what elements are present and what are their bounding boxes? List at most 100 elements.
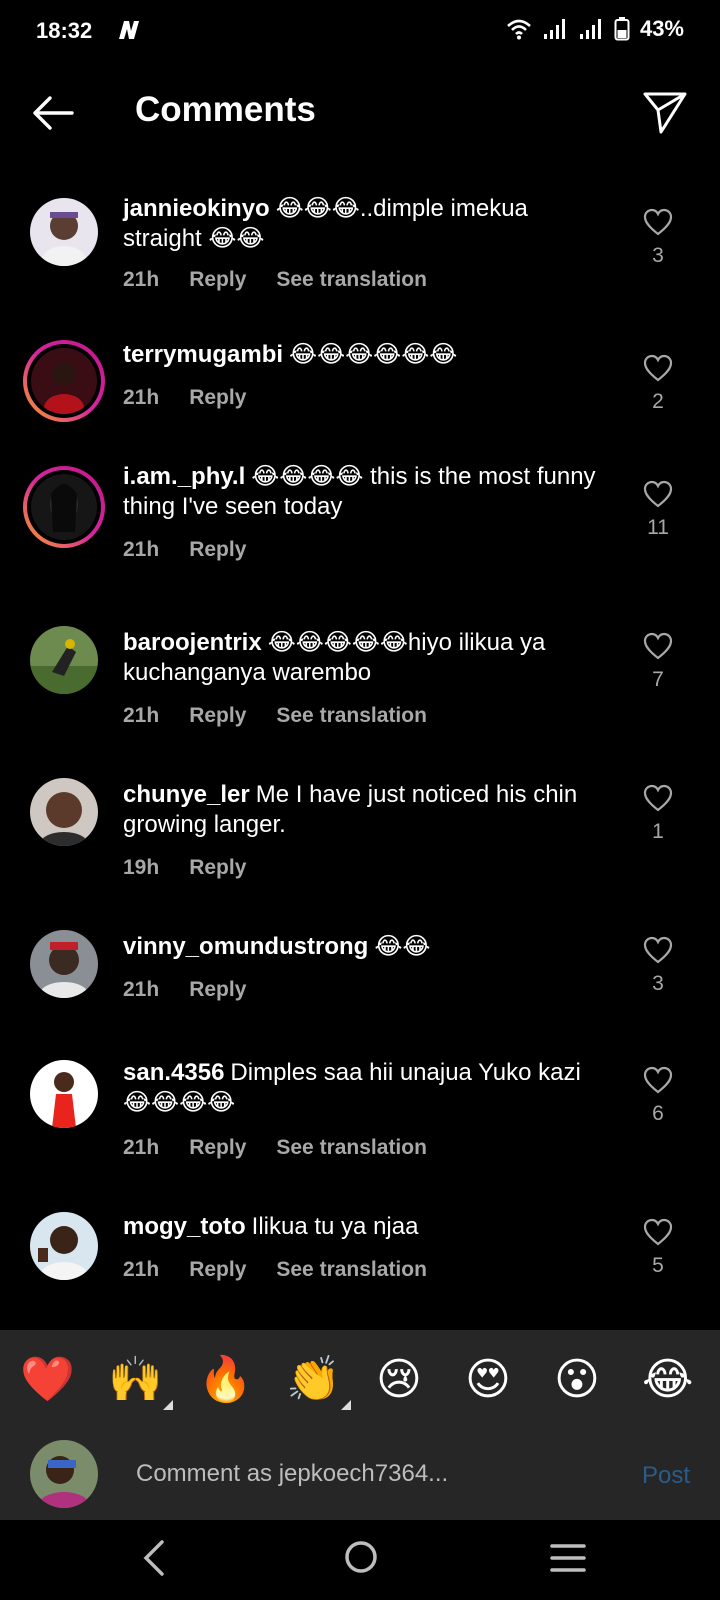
comment-username[interactable]: vinny_omundustrong (123, 933, 368, 960)
comment-meta: 19h Reply (123, 856, 276, 880)
emoji-quick-bar: ❤️ 🙌 🔥 👏 😢 😍 😮 😂 (0, 1330, 720, 1430)
see-translation-button[interactable]: See translation (276, 1136, 427, 1160)
comment-username[interactable]: terrymugambi (123, 341, 283, 368)
comment-meta: 21h Reply (123, 978, 276, 1002)
post-button[interactable]: Post (642, 1462, 690, 1490)
comment-meta: 21h Reply (123, 538, 276, 562)
comment-time: 21h (123, 978, 160, 1001)
skin-tone-indicator (340, 1400, 351, 1410)
like-count: 5 (652, 1254, 664, 1277)
battery-icon (614, 17, 630, 41)
emoji-clap-glyph: 👏 (286, 1355, 341, 1404)
emoji-raised-hands-button[interactable]: 🙌 (108, 1354, 173, 1410)
see-translation-button[interactable]: See translation (276, 268, 427, 292)
like-button[interactable]: 1 (636, 784, 680, 844)
heart-icon[interactable] (643, 632, 673, 660)
like-button[interactable]: 2 (636, 354, 680, 414)
heart-icon[interactable] (643, 784, 673, 812)
heart-icon[interactable] (643, 354, 673, 382)
emoji-heart-button[interactable]: ❤️ (20, 1354, 75, 1406)
like-count: 2 (652, 390, 664, 413)
reply-button[interactable]: Reply (189, 268, 246, 292)
like-button[interactable]: 3 (636, 208, 680, 268)
avatar[interactable] (30, 1060, 98, 1128)
see-translation-button[interactable]: See translation (276, 1258, 427, 1282)
comment-meta: 21h Reply See translation (123, 1136, 457, 1160)
reply-button[interactable]: Reply (189, 1136, 246, 1160)
like-button[interactable]: 3 (636, 936, 680, 996)
avatar[interactable] (30, 778, 98, 846)
comment-username[interactable]: san.4356 (123, 1059, 224, 1086)
comment-time: 21h (123, 1136, 160, 1159)
avatar[interactable] (30, 626, 98, 694)
emoji-surprised-button[interactable]: 😮 (554, 1354, 600, 1406)
battery-percent: 43% (639, 16, 684, 41)
comment-text-block: chunye_ler Me I have just noticed his chi… (123, 780, 613, 840)
like-count: 11 (647, 516, 669, 539)
avatar-story-ring[interactable] (23, 466, 105, 548)
avatar[interactable] (30, 198, 98, 266)
emoji-laughing-button[interactable]: 😂 (642, 1354, 693, 1406)
wifi-icon (507, 19, 531, 40)
reply-button[interactable]: Reply (189, 386, 246, 410)
like-button[interactable]: 7 (636, 632, 680, 692)
avatar[interactable] (30, 1212, 98, 1280)
nav-back-icon[interactable] (140, 1538, 168, 1578)
comment-text-block: mogy_toto Ilikua tu ya njaa (123, 1212, 613, 1242)
comment-text-block: terrymugambi 😂😂😂😂😂😂 (123, 340, 613, 370)
like-button[interactable]: 5 (636, 1218, 680, 1278)
comment-text-block: jannieokinyo 😂😂😂..dimple imekua straight … (123, 194, 613, 254)
reply-button[interactable]: Reply (189, 704, 246, 728)
reply-button[interactable]: Reply (189, 978, 246, 1002)
comment-body: 😂😂😂😂😂😂 (289, 341, 458, 368)
header: Comments (0, 62, 720, 162)
see-translation-button[interactable]: See translation (276, 704, 427, 728)
comment-meta: 21h Reply See translation (123, 268, 457, 292)
emoji-fire-button[interactable]: 🔥 (198, 1354, 253, 1406)
reply-button[interactable]: Reply (189, 538, 246, 562)
nav-recents-icon[interactable] (550, 1542, 586, 1574)
heart-icon[interactable] (643, 936, 673, 964)
comment-time: 19h (123, 856, 160, 879)
comment-body: Ilikua tu ya njaa (251, 1213, 419, 1240)
comment-time: 21h (123, 268, 160, 291)
comment-username[interactable]: jannieokinyo (123, 195, 270, 222)
heart-icon[interactable] (643, 480, 673, 508)
emoji-clap-button[interactable]: 👏 (286, 1354, 351, 1410)
reply-button[interactable]: Reply (189, 1258, 246, 1282)
comment-time: 21h (123, 1258, 160, 1281)
comment-username[interactable]: baroojentrix (123, 629, 262, 656)
comment-username[interactable]: chunye_ler (123, 781, 250, 808)
comment-time: 21h (123, 704, 160, 727)
nav-home-icon[interactable] (342, 1537, 380, 1577)
avatar[interactable] (30, 930, 98, 998)
like-count: 3 (652, 244, 664, 267)
like-button[interactable]: 6 (636, 1066, 680, 1126)
comment-meta: 21h Reply (123, 386, 276, 410)
like-count: 3 (652, 972, 664, 995)
comments-list[interactable]: jannieokinyo 😂😂😂..dimple imekua straight … (0, 162, 720, 1330)
page-title: Comments (135, 90, 316, 129)
signal-icon-2 (579, 19, 601, 39)
signal-icon (543, 19, 565, 39)
like-count: 7 (652, 668, 664, 691)
status-bar: 18:32 43% (0, 0, 720, 62)
comment-username[interactable]: mogy_toto (123, 1213, 246, 1240)
like-button[interactable]: 11 (636, 480, 680, 540)
emoji-heart-eyes-button[interactable]: 😍 (465, 1354, 511, 1406)
comment-input[interactable]: Comment as jepkoech7364... (136, 1460, 448, 1488)
comment-username[interactable]: i.am._phy.l (123, 463, 245, 490)
comment-time: 21h (123, 538, 160, 561)
back-arrow-icon[interactable] (30, 90, 76, 136)
comment-text-block: san.4356 Dimples saa hii unajua Yuko kazi… (123, 1058, 613, 1118)
avatar-story-ring[interactable] (23, 340, 105, 422)
like-count: 1 (652, 820, 664, 843)
reply-button[interactable]: Reply (189, 856, 246, 880)
send-icon[interactable] (642, 88, 688, 134)
heart-icon[interactable] (643, 1066, 673, 1094)
status-icons: 43% (506, 16, 684, 42)
heart-icon[interactable] (643, 208, 673, 236)
heart-icon[interactable] (643, 1218, 673, 1246)
comment-time: 21h (123, 386, 160, 409)
emoji-crying-button[interactable]: 😢 (376, 1354, 422, 1406)
